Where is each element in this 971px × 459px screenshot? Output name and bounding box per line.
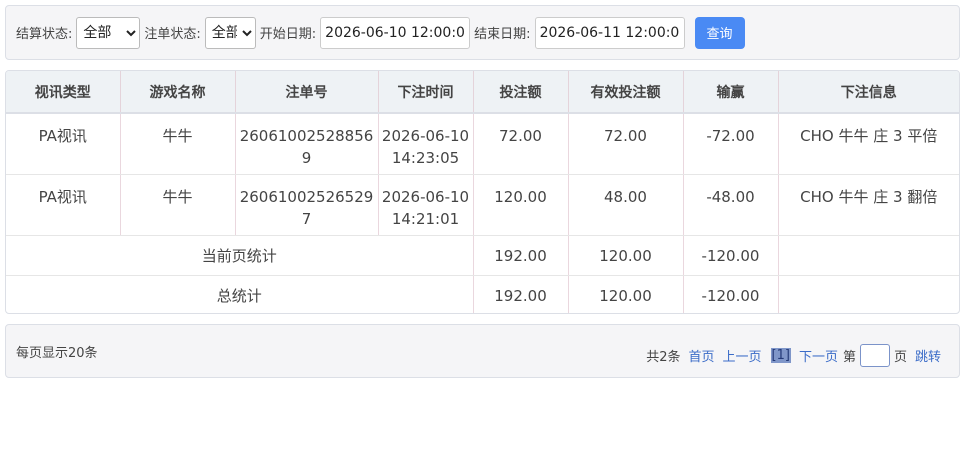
grand-total-valid: 120.00 (568, 275, 684, 313)
table-header-row: 视讯类型 游戏名称 注单号 下注时间 投注额 有效投注额 输赢 下注信息 (6, 71, 959, 114)
table-row: PA视讯 牛牛 260610025265297 2026-06-10 14:21… (6, 174, 959, 236)
cell-bet-amount: 72.00 (473, 113, 569, 175)
cell-game-name: 牛牛 (120, 113, 236, 175)
query-button[interactable]: 查询 (694, 16, 745, 49)
grand-total-row: 总统计 192.00 120.00 -120.00 (6, 275, 959, 313)
header-bet-time: 下注时间 (378, 71, 474, 114)
bet-records-table-panel: 视讯类型 游戏名称 注单号 下注时间 投注额 有效投注额 输赢 下注信息 PA视… (5, 70, 960, 314)
settle-status-label: 结算状态: (16, 27, 73, 42)
total-count: 共2条 (646, 350, 681, 365)
cell-order-no: 260610025288569 (235, 113, 379, 175)
cell-win-loss: -48.00 (683, 174, 779, 236)
grand-total-bet: 192.00 (473, 275, 569, 313)
cell-bet-time: 2026-06-10 14:23:05 (378, 113, 474, 175)
cell-bet-amount: 120.00 (473, 174, 569, 236)
header-order-no: 注单号 (235, 71, 379, 114)
table-row: PA视讯 牛牛 260610025288569 2026-06-10 14:23… (6, 113, 959, 175)
start-date-input[interactable] (320, 16, 471, 49)
next-page-link[interactable]: 下一页 (799, 346, 838, 365)
cell-video-type: PA视讯 (6, 113, 121, 175)
settle-status-select[interactable]: 全部 (76, 16, 141, 49)
cell-bet-info: CHO 牛牛 庄 3 平倍 (778, 113, 959, 175)
page-total-label: 当前页统计 (6, 235, 474, 276)
page-total-bet: 192.00 (473, 235, 569, 276)
cell-win-loss: -72.00 (683, 113, 779, 175)
filter-bar: 结算状态: 全部 注单状态: 全部 开始日期: 结束日期: 查询 (5, 5, 960, 60)
header-bet-amount: 投注额 (473, 71, 569, 114)
grand-total-label: 总统计 (6, 275, 474, 313)
cell-bet-info: CHO 牛牛 庄 3 翻倍 (778, 174, 959, 236)
pager-controls: 共2条 首页 上一页 [1] 下一页 第 页 跳转 (646, 344, 941, 367)
goto-suffix: 页 (893, 350, 907, 365)
header-win-loss: 输赢 (683, 71, 779, 114)
per-page-text: 每页显示20条 (16, 346, 98, 361)
start-date-label: 开始日期: (259, 27, 317, 42)
end-date-label: 结束日期: (474, 27, 531, 42)
cell-game-name: 牛牛 (120, 174, 236, 236)
order-status-label: 注单状态: (144, 27, 201, 42)
cell-valid-bet: 72.00 (568, 113, 684, 175)
prev-page-link[interactable]: 上一页 (723, 346, 762, 365)
page-total-valid: 120.00 (568, 235, 684, 276)
order-status-select[interactable]: 全部 (204, 16, 256, 49)
jump-link[interactable]: 跳转 (915, 346, 941, 365)
header-bet-info: 下注信息 (778, 71, 959, 114)
goto-prefix: 第 (842, 350, 856, 365)
end-date-input[interactable] (534, 16, 685, 49)
page-total-row: 当前页统计 192.00 120.00 -120.00 (6, 235, 959, 276)
header-game-name: 游戏名称 (120, 71, 236, 114)
pagination-bar: 每页显示20条 共2条 首页 上一页 [1] 下一页 第 页 跳转 (5, 324, 960, 378)
page-total-winloss: -120.00 (683, 235, 779, 276)
cell-valid-bet: 48.00 (568, 174, 684, 236)
header-video-type: 视讯类型 (6, 71, 121, 114)
cell-bet-time: 2026-06-10 14:21:01 (378, 174, 474, 236)
grand-total-winloss: -120.00 (683, 275, 779, 313)
current-page[interactable]: [1] (770, 348, 791, 363)
goto-page-input[interactable] (859, 344, 890, 367)
page-total-empty (778, 235, 959, 276)
header-valid-bet: 有效投注额 (568, 71, 684, 114)
bet-records-table: 视讯类型 游戏名称 注单号 下注时间 投注额 有效投注额 输赢 下注信息 PA视… (6, 71, 959, 313)
grand-total-empty (778, 275, 959, 313)
cell-video-type: PA视讯 (6, 174, 121, 236)
first-page-link[interactable]: 首页 (688, 346, 714, 365)
cell-order-no: 260610025265297 (235, 174, 379, 236)
